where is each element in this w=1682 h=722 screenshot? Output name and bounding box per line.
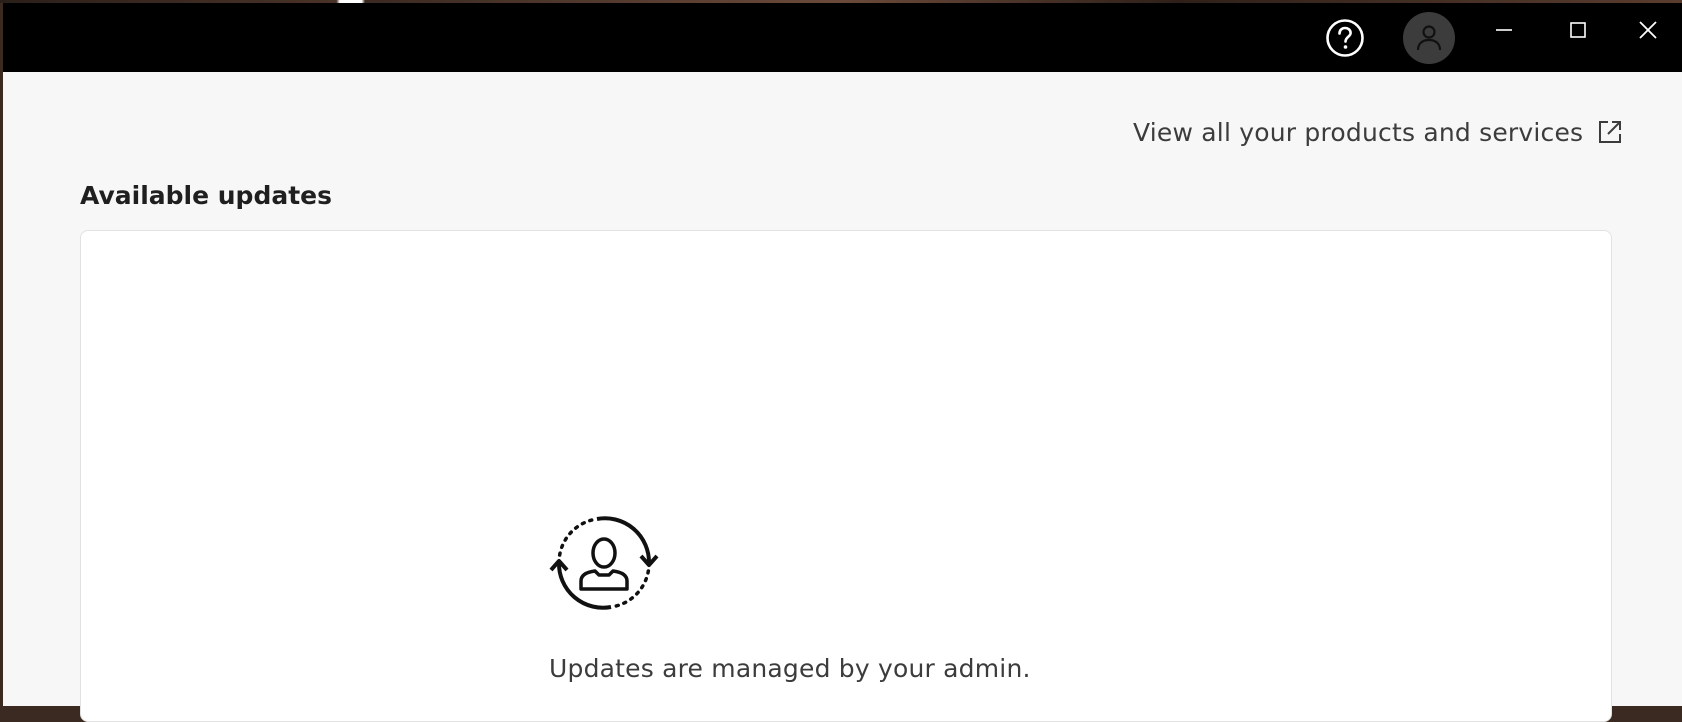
minimize-icon — [1496, 28, 1512, 31]
user-account-button[interactable] — [1399, 3, 1459, 72]
managed-by-admin-message: Updates are managed by your admin. — [549, 654, 1031, 683]
view-products-link[interactable]: View all your products and services — [1133, 115, 1623, 149]
help-button[interactable] — [1319, 3, 1371, 72]
available-updates-heading: Available updates — [80, 181, 333, 210]
external-link-icon — [1599, 121, 1622, 143]
user-avatar-icon — [1416, 24, 1442, 50]
close-button[interactable] — [1613, 0, 1682, 64]
minimize-button[interactable] — [1469, 0, 1539, 64]
title-bar — [3, 3, 1682, 72]
maximize-icon — [1570, 21, 1586, 38]
updates-card: Updates are managed by your admin. — [80, 230, 1612, 722]
avatar — [1403, 11, 1455, 64]
maximize-button[interactable] — [1543, 0, 1613, 64]
close-icon — [1638, 20, 1657, 39]
app-window: View all your products and services Avai… — [3, 3, 1682, 722]
admin-sync-icon — [549, 516, 659, 610]
view-products-label: View all your products and services — [1133, 117, 1584, 147]
help-circle-icon — [1326, 18, 1364, 57]
